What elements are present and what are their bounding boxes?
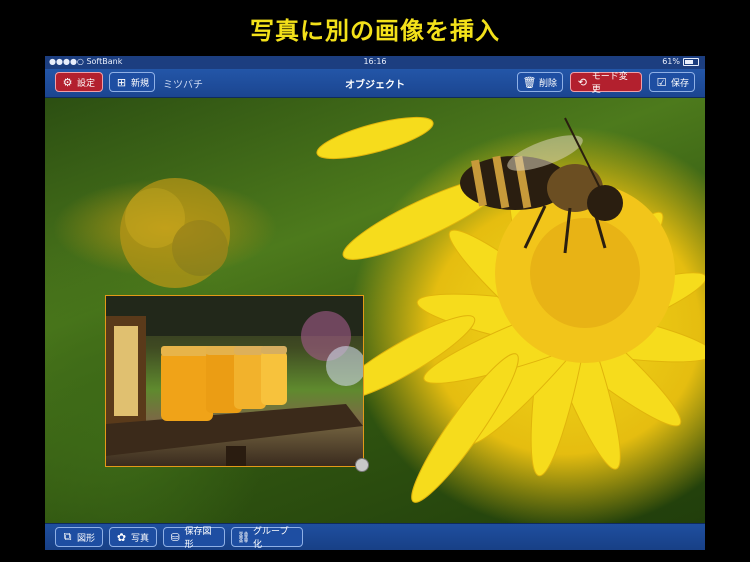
refresh-icon: ⟲ <box>577 75 587 89</box>
inserted-honey-photo[interactable] <box>105 295 364 467</box>
honey-jars-image <box>106 296 363 466</box>
mode-change-button[interactable]: ⟲ モード変更 <box>570 72 642 95</box>
mode-change-label: モード変更 <box>591 72 628 95</box>
database-icon: ⛁ <box>170 530 180 544</box>
save-label: 保存 <box>671 78 690 89</box>
clock-text: 16:16 <box>363 57 387 66</box>
battery-percent: 61% <box>662 57 680 66</box>
saved-shape-label: 保存図形 <box>184 527 212 550</box>
delete-label: 削除 <box>539 78 558 89</box>
battery-status: 61% <box>662 57 699 66</box>
headline: 写真に別の画像を挿入 <box>250 16 500 45</box>
shape-button[interactable]: ⧉ 図形 <box>55 527 103 547</box>
resize-handle[interactable] <box>355 458 369 472</box>
bottom-toolbar: ⧉ 図形 ✿ 写真 ⛁ 保存図形 ⛓ グループ化 <box>45 523 705 550</box>
flower-icon: ✿ <box>116 530 127 544</box>
shapes-icon: ⧉ <box>63 530 72 543</box>
save-button[interactable]: ☑ 保存 <box>649 72 695 92</box>
ipad-screen: ●●●●○ SoftBank 16:16 61% ⚙ 設定 ⊞ 新規 ミツバチ … <box>45 56 705 550</box>
saved-shape-button[interactable]: ⛁ 保存図形 <box>163 527 225 550</box>
checkbox-icon: ☑ <box>656 75 667 89</box>
trash-icon: 🗑 <box>522 75 537 89</box>
shape-label: 図形 <box>77 533 96 544</box>
top-toolbar: ⚙ 設定 ⊞ 新規 ミツバチ オブジェクト 🗑 削除 ⟲ モード変更 ☑ 保存 <box>45 69 705 98</box>
delete-button[interactable]: 🗑 削除 <box>517 72 563 92</box>
photo-button[interactable]: ✿ 写真 <box>109 527 157 547</box>
battery-icon <box>683 57 699 66</box>
photo-label: 写真 <box>131 533 150 544</box>
group-label: グループ化 <box>253 527 289 550</box>
photo-canvas[interactable] <box>45 98 705 523</box>
status-bar: ●●●●○ SoftBank 16:16 61% <box>45 56 705 69</box>
group-button[interactable]: ⛓ グループ化 <box>231 527 303 550</box>
link-icon: ⛓ <box>236 530 251 544</box>
